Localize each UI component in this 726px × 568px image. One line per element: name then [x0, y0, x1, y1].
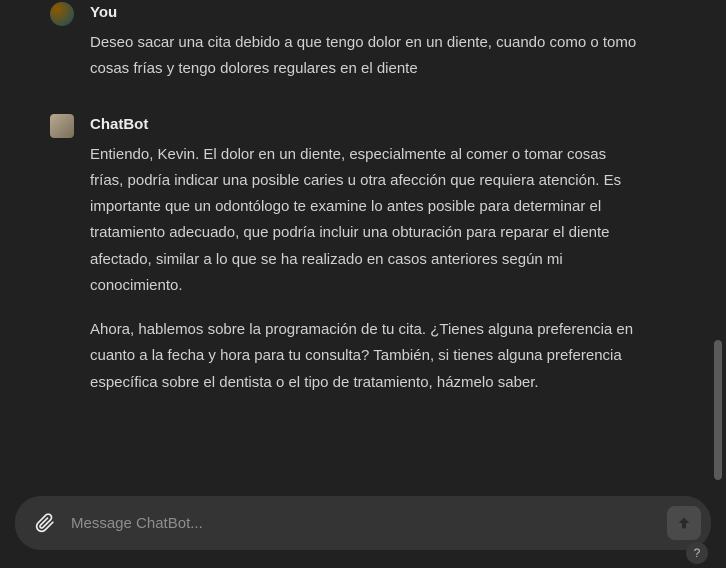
- chat-container: You Deseo sacar una cita debido a que te…: [0, 0, 726, 490]
- scrollbar-track: [714, 0, 722, 490]
- message-text: Entiendo, Kevin. El dolor en un diente, …: [90, 142, 640, 396]
- bot-message: ChatBot Entiendo, Kevin. El dolor en un …: [50, 112, 676, 396]
- message-paragraph: Deseo sacar una cita debido a que tengo …: [90, 30, 640, 83]
- message-paragraph: Entiendo, Kevin. El dolor en un diente, …: [90, 142, 640, 300]
- message-text: Deseo sacar una cita debido a que tengo …: [90, 30, 640, 83]
- message-paragraph: Ahora, hablemos sobre la programación de…: [90, 317, 640, 396]
- sender-name: You: [90, 0, 640, 26]
- user-avatar: [50, 2, 74, 26]
- input-bar: [15, 496, 711, 550]
- send-button[interactable]: [667, 506, 701, 540]
- attachment-icon[interactable]: [33, 511, 57, 535]
- user-message: You Deseo sacar una cita debido a que te…: [50, 0, 676, 82]
- message-input[interactable]: [71, 515, 653, 532]
- message-content: ChatBot Entiendo, Kevin. El dolor en un …: [90, 112, 640, 396]
- scrollbar-thumb[interactable]: [714, 340, 722, 480]
- help-button[interactable]: ?: [686, 542, 708, 564]
- sender-name: ChatBot: [90, 112, 640, 138]
- bot-avatar: [50, 114, 74, 138]
- message-content: You Deseo sacar una cita debido a que te…: [90, 0, 640, 82]
- arrow-up-icon: [676, 515, 692, 531]
